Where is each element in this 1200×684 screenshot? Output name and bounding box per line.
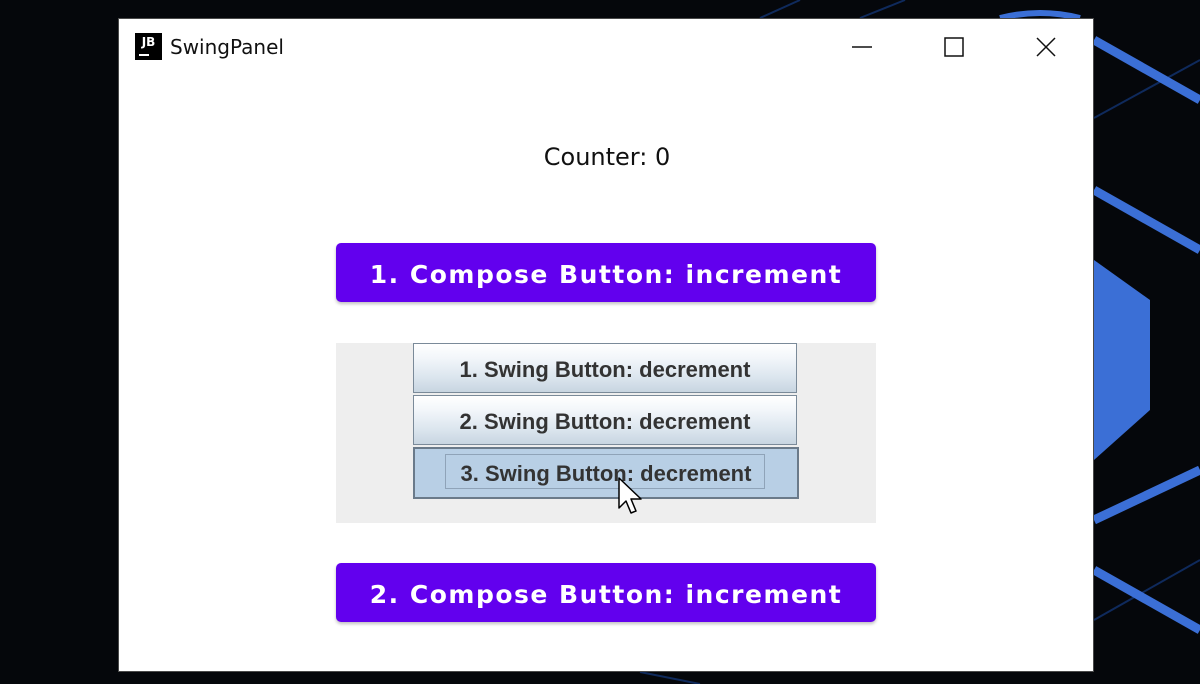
swing-decrement-button-3[interactable]: 3. Swing Button: decrement (413, 447, 799, 499)
close-icon (1036, 37, 1056, 57)
title-bar[interactable]: JB SwingPanel (119, 19, 1093, 77)
swingpanel-window: JB SwingPanel Counter: 0 1. Compose Butt… (118, 18, 1094, 672)
mouse-pointer-icon (618, 477, 642, 514)
counter-label: Counter: 0 (543, 143, 671, 171)
minimize-icon (852, 46, 872, 48)
maximize-icon (944, 37, 964, 57)
jetbrains-logo-icon: JB (135, 33, 162, 60)
swing-decrement-button-1[interactable]: 1. Swing Button: decrement (413, 343, 797, 393)
maximize-button[interactable] (909, 19, 1001, 75)
swing-panel: 1. Swing Button: decrement 2. Swing Butt… (336, 343, 876, 523)
swing-button-3-label: 3. Swing Button: decrement (460, 461, 752, 486)
compose-increment-button-2[interactable]: 2. Compose Button: increment (336, 563, 876, 622)
compose-increment-button-1[interactable]: 1. Compose Button: increment (336, 243, 876, 302)
close-button[interactable] (1001, 19, 1093, 75)
window-title: SwingPanel (170, 35, 284, 59)
minimize-button[interactable] (817, 19, 909, 75)
swing-decrement-button-2[interactable]: 2. Swing Button: decrement (413, 395, 797, 445)
